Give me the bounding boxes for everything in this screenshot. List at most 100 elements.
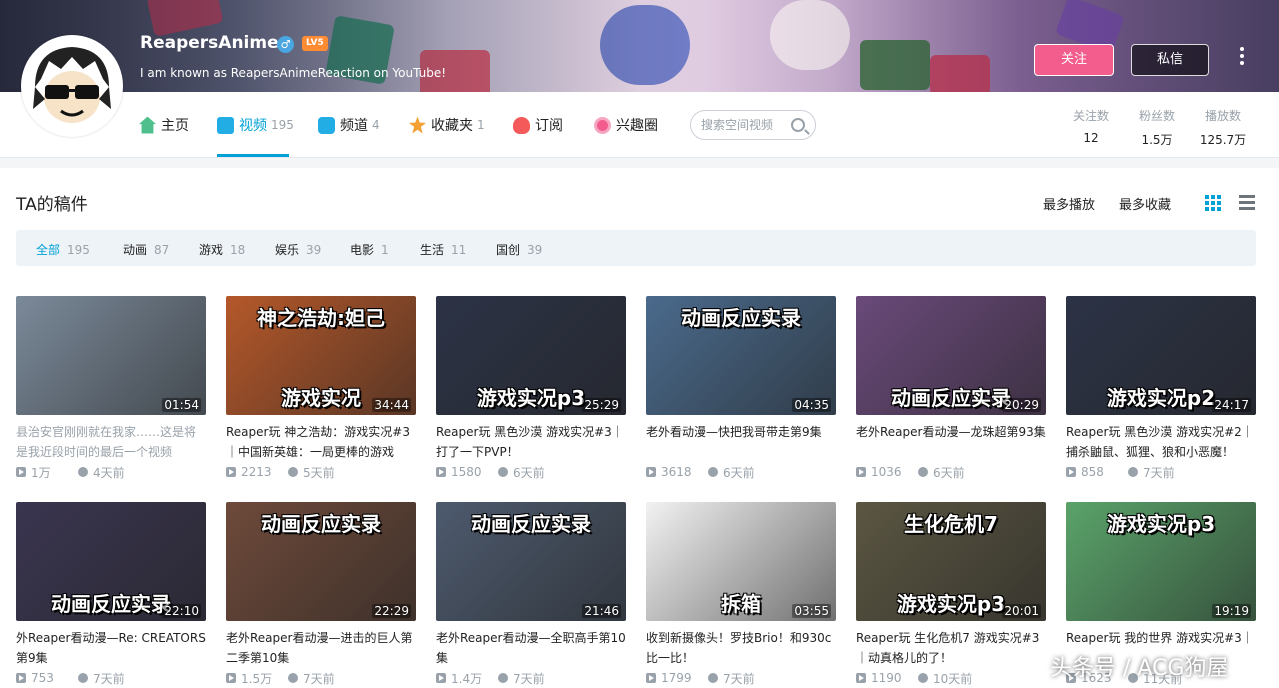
tab-videos-label: 视频 — [239, 118, 267, 134]
video-meta: 1036 6天前 — [856, 464, 1046, 480]
video-title[interactable]: 县治安官刚刚就在我家……这是将是我近段时间的最后一个视频了…… — [16, 422, 206, 462]
video-thumbnail[interactable]: 游戏实况p3 19:19 — [1066, 502, 1256, 621]
star-icon — [409, 116, 426, 134]
video-thumbnail[interactable]: 动画反应实录 22:10 — [16, 502, 206, 621]
video-thumbnail[interactable]: 动画反应实录 20:29 — [856, 296, 1046, 415]
video-title[interactable]: 老外看动漫—快把我哥带走第9集 — [646, 422, 836, 462]
video-meta: 1580 6天前 — [436, 464, 626, 480]
video-card[interactable]: 游戏实况p2 24:17 Reaper玩 黑色沙漠 游戏实况#2｜捕杀鼬鼠、狐狸、狼… — [1066, 296, 1256, 480]
video-thumbnail[interactable]: 动画反应实录 21:46 — [436, 502, 626, 621]
video-title[interactable]: Reaper玩 黑色沙漠 游戏实况#3｜打了一下PVP！ — [436, 422, 626, 462]
video-title[interactable]: 收到新摄像头！罗技Brio！和930c比一比！ — [646, 628, 836, 668]
filter-life[interactable]: 生活 11 — [420, 241, 466, 258]
video-card[interactable]: 动画反应实录 21:46 老外Reaper看动漫—全职高手第10集 1.4万 7天前 — [436, 502, 626, 686]
video-thumbnail[interactable]: 动画反应实录 04:35 — [646, 296, 836, 415]
list-view-icon[interactable] — [1239, 195, 1255, 211]
stat-label: 粉丝数 — [1138, 109, 1175, 123]
clock-icon — [498, 673, 508, 683]
video-card[interactable]: 游戏实况p3 25:29 Reaper玩 黑色沙漠 游戏实况#3｜打了一下PVP！ 1… — [436, 296, 626, 480]
follow-button[interactable]: 关注 — [1034, 44, 1114, 76]
video-card[interactable]: 动画反应实录 04:35 老外看动漫—快把我哥带走第9集 3618 6天前 — [646, 296, 836, 480]
video-title[interactable]: Reaper玩 生化危机7 游戏实况#3｜动真格儿的了！ — [856, 628, 1046, 668]
sort-most-played[interactable]: 最多播放 — [1043, 194, 1095, 213]
video-duration: 19:19 — [1212, 604, 1251, 618]
circle-icon — [594, 116, 611, 134]
filter-entertainment[interactable]: 娱乐 39 — [275, 241, 321, 258]
user-sign: I am known as ReapersAnimeReaction on Yo… — [140, 66, 447, 80]
video-meta: 2213 5天前 — [226, 464, 416, 480]
tab-videos[interactable]: 视频 195 — [217, 114, 294, 136]
video-meta: 1.5万 7天前 — [226, 670, 416, 686]
video-title[interactable]: Reaper玩 黑色沙漠 游戏实况#2｜捕杀鼬鼠、狐狸、狼和小恶魔！ — [1066, 422, 1256, 462]
tab-interest-circle[interactable]: 兴趣圈 — [594, 114, 658, 136]
stat-label: 播放数 — [1204, 109, 1241, 123]
video-card[interactable]: 动画反应实录 22:10 外Reaper看动漫—Re: CREATORS第9集 753… — [16, 502, 206, 686]
play-count: 1036 — [871, 465, 902, 479]
filter-label: 动画 — [123, 243, 148, 257]
filter-count: 39 — [527, 243, 543, 257]
clock-icon — [918, 467, 928, 477]
video-card[interactable]: 01:54 县治安官刚刚就在我家……这是将是我近段时间的最后一个视频了…… 1万 4天… — [16, 296, 206, 480]
tab-favorites[interactable]: 收藏夹 1 — [409, 114, 485, 136]
filter-label: 游戏 — [199, 243, 224, 257]
video-thumbnail[interactable]: 01:54 — [16, 296, 206, 415]
video-card[interactable]: 神之浩劫:妲己 游戏实况 34:44 Reaper玩 神之浩劫：游戏实况#3｜中国新英… — [226, 296, 416, 480]
filter-games[interactable]: 游戏 18 — [199, 241, 245, 258]
stat-followers[interactable]: 粉丝数 1.5万 — [1137, 107, 1177, 148]
upload-time: 7天前 — [513, 671, 545, 686]
video-duration: 20:01 — [1002, 604, 1041, 618]
video-card[interactable]: 拆箱 03:55 收到新摄像头！罗技Brio！和930c比一比！ 1799 7天前 — [646, 502, 836, 686]
filter-all[interactable]: 全部 195 — [36, 241, 90, 258]
video-duration: 21:46 — [582, 604, 621, 618]
message-button[interactable]: 私信 — [1131, 44, 1209, 76]
clock-icon — [1128, 467, 1138, 477]
level-badge: LV5 — [302, 36, 328, 51]
video-thumbnail[interactable]: 生化危机7 游戏实况p3 20:01 — [856, 502, 1046, 621]
video-meta: 1190 10天前 — [856, 670, 1046, 686]
video-card[interactable]: 动画反应实录 20:29 老外Reaper看动漫—龙珠超第93集 1036 6天前 — [856, 296, 1046, 480]
stat-value: 1.5万 — [1141, 133, 1173, 147]
play-count: 1580 — [451, 465, 482, 479]
video-meta: 1.4万 7天前 — [436, 670, 626, 686]
filter-movies[interactable]: 电影 1 — [350, 241, 389, 258]
upload-time: 7天前 — [723, 671, 755, 686]
play-count-icon — [1066, 467, 1076, 477]
filter-guochuang[interactable]: 国创 39 — [496, 241, 542, 258]
video-title[interactable]: 外Reaper看动漫—Re: CREATORS第9集 — [16, 628, 206, 668]
grid-view-icon[interactable] — [1205, 195, 1221, 211]
more-options-icon[interactable] — [1234, 44, 1250, 74]
tab-channels[interactable]: 频道 4 — [318, 114, 380, 136]
clock-icon — [708, 467, 718, 477]
clock-icon — [288, 467, 298, 477]
video-title[interactable]: Reaper玩 神之浩劫：游戏实况#3｜中国新英雄：一局更棒的游戏 — [226, 422, 416, 462]
video-title[interactable]: 老外Reaper看动漫—进击的巨人第二季第10集 — [226, 628, 416, 668]
video-duration: 03:55 — [792, 604, 831, 618]
play-count: 1.4万 — [451, 671, 483, 686]
filter-animation[interactable]: 动画 87 — [123, 241, 169, 258]
thumbnail-top-caption: 神之浩劫:妲己 — [257, 306, 385, 330]
video-card[interactable]: 动画反应实录 22:29 老外Reaper看动漫—进击的巨人第二季第10集 1.5万 7… — [226, 502, 416, 686]
video-thumbnail[interactable]: 神之浩劫:妲己 游戏实况 34:44 — [226, 296, 416, 415]
video-thumbnail[interactable]: 动画反应实录 22:29 — [226, 502, 416, 621]
sort-most-favorited[interactable]: 最多收藏 — [1119, 194, 1171, 213]
stat-following[interactable]: 关注数 12 — [1071, 107, 1111, 145]
video-thumbnail[interactable]: 游戏实况p3 25:29 — [436, 296, 626, 415]
avatar[interactable] — [21, 35, 123, 137]
video-duration: 01:54 — [162, 398, 201, 412]
user-name[interactable]: ReapersAnime — [140, 33, 279, 53]
gender-icon: ♂ — [277, 36, 294, 53]
upload-time: 4天前 — [93, 465, 125, 480]
video-title[interactable]: 老外Reaper看动漫—全职高手第10集 — [436, 628, 626, 668]
video-meta: 1万 4天前 — [16, 464, 206, 480]
tab-home[interactable]: 主页 — [139, 114, 189, 136]
play-count-icon — [226, 467, 236, 477]
filter-count: 1 — [381, 243, 389, 257]
video-thumbnail[interactable]: 游戏实况p2 24:17 — [1066, 296, 1256, 415]
play-count-icon — [856, 467, 866, 477]
video-title[interactable]: 老外Reaper看动漫—龙珠超第93集 — [856, 422, 1046, 462]
video-thumbnail[interactable]: 拆箱 03:55 — [646, 502, 836, 621]
tab-subscriptions[interactable]: 订阅 — [513, 114, 563, 136]
search-icon[interactable] — [791, 118, 805, 132]
video-card[interactable]: 生化危机7 游戏实况p3 20:01 Reaper玩 生化危机7 游戏实况#3｜动真格… — [856, 502, 1046, 686]
play-count: 1万 — [31, 465, 51, 480]
